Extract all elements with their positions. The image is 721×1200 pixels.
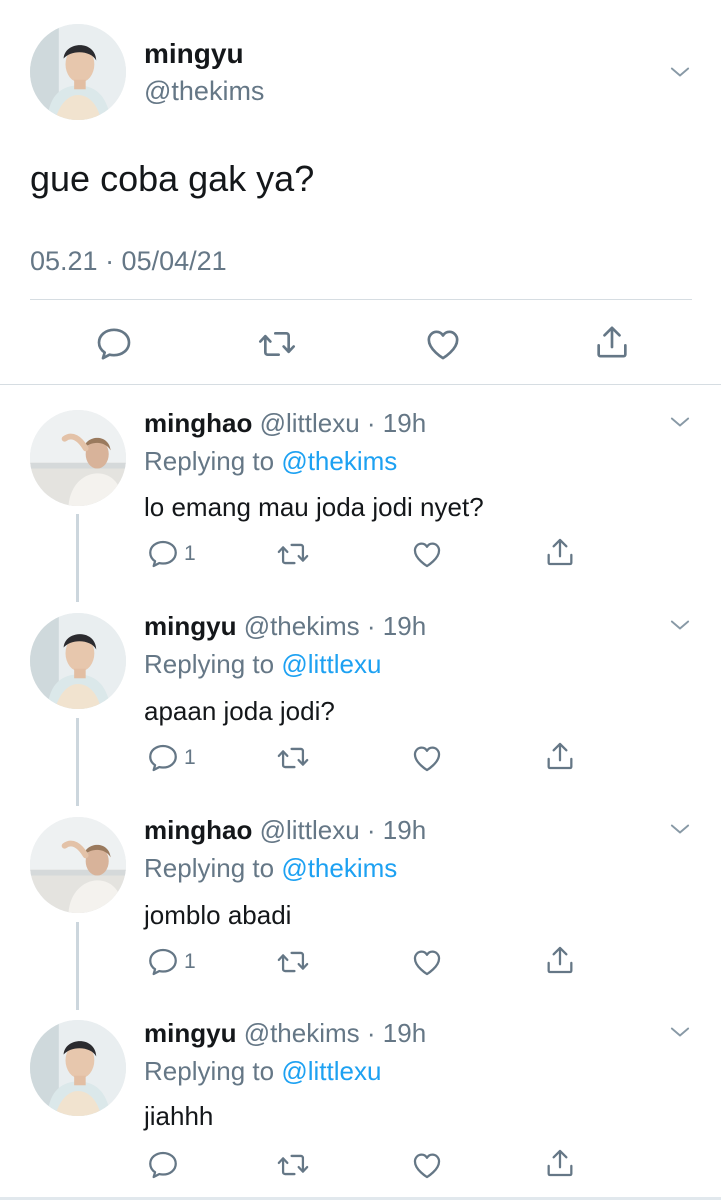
reply-time: · 19h — [366, 408, 427, 438]
chevron-down-icon[interactable] — [666, 1018, 694, 1046]
replying-prefix: Replying to — [144, 1056, 275, 1086]
reply-count: 1 — [184, 542, 196, 565]
main-avatar[interactable] — [30, 24, 126, 120]
reply-display-name[interactable]: mingyu — [144, 611, 236, 641]
share-icon[interactable] — [543, 739, 577, 773]
reply-avatar[interactable] — [30, 410, 126, 506]
divider — [0, 384, 721, 385]
replying-prefix: Replying to — [144, 446, 275, 476]
replying-prefix: Replying to — [144, 853, 275, 883]
reply-text: jiahhh — [144, 1101, 214, 1131]
mention-link[interactable]: @thekims — [281, 446, 397, 476]
replying-to: Replying to @thekims — [144, 446, 397, 477]
like-icon[interactable] — [410, 741, 444, 775]
reply-avatar[interactable] — [30, 817, 126, 913]
reply-handle[interactable]: @thekims — [244, 611, 360, 641]
reply-text: apaan joda jodi? — [144, 696, 335, 726]
replying-to: Replying to @thekims — [144, 853, 397, 884]
thread-connector — [76, 922, 79, 1010]
retweet-icon[interactable] — [276, 945, 310, 979]
divider — [30, 299, 692, 300]
reply-avatar[interactable] — [30, 1020, 126, 1116]
main-display-name[interactable]: mingyu — [144, 38, 244, 70]
reply-icon[interactable]: 1 — [146, 741, 196, 775]
reply-handle[interactable]: @thekims — [244, 1018, 360, 1048]
retweet-icon[interactable] — [276, 741, 310, 775]
chevron-down-icon[interactable] — [666, 611, 694, 639]
reply-avatar[interactable] — [30, 613, 126, 709]
chevron-down-icon[interactable] — [666, 815, 694, 843]
reply-icon[interactable]: 1 — [146, 945, 196, 979]
like-icon[interactable] — [410, 1148, 444, 1182]
like-icon[interactable] — [410, 537, 444, 571]
reply-count: 1 — [184, 950, 196, 973]
reply-time: · 19h — [366, 1018, 427, 1048]
reply-time: · 19h — [366, 611, 427, 641]
replying-prefix: Replying to — [144, 649, 275, 679]
retweet-icon[interactable] — [276, 1148, 310, 1182]
main-tweet-text: gue coba gak ya? — [30, 158, 315, 199]
main-handle[interactable]: @thekims — [144, 76, 264, 107]
reply-icon[interactable]: 1 — [146, 537, 196, 571]
reply-count: 1 — [184, 746, 196, 769]
reply-icon[interactable] — [146, 1148, 180, 1182]
replying-to: Replying to @littlexu — [144, 1056, 381, 1087]
reply-header[interactable]: mingyu @thekims · 19h — [144, 1018, 426, 1049]
reply-display-name[interactable]: mingyu — [144, 1018, 236, 1048]
reply-handle[interactable]: @littlexu — [260, 815, 360, 845]
thread-connector — [76, 514, 79, 602]
thread-connector — [76, 718, 79, 806]
share-icon[interactable] — [543, 943, 577, 977]
mention-link[interactable]: @littlexu — [281, 1056, 381, 1086]
reply-header[interactable]: mingyu @thekims · 19h — [144, 611, 426, 642]
reply-icon[interactable] — [94, 324, 134, 364]
mention-link[interactable]: @littlexu — [281, 649, 381, 679]
retweet-icon[interactable] — [257, 324, 297, 364]
reply-time: · 19h — [366, 815, 427, 845]
reply-display-name[interactable]: minghao — [144, 815, 252, 845]
reply-handle[interactable]: @littlexu — [260, 408, 360, 438]
share-icon[interactable] — [543, 1146, 577, 1180]
replying-to: Replying to @littlexu — [144, 649, 381, 680]
reply-text: lo emang mau joda jodi nyet? — [144, 492, 484, 522]
like-icon[interactable] — [423, 324, 463, 364]
mention-link[interactable]: @thekims — [281, 853, 397, 883]
like-icon[interactable] — [410, 945, 444, 979]
reply-text: jomblo abadi — [144, 900, 292, 930]
chevron-down-icon[interactable] — [666, 58, 694, 86]
chevron-down-icon[interactable] — [666, 408, 694, 436]
reply-header[interactable]: minghao @littlexu · 19h — [144, 815, 426, 846]
share-icon[interactable] — [543, 535, 577, 569]
main-timestamp[interactable]: 05.21 · 05/04/21 — [30, 246, 227, 277]
reply-header[interactable]: minghao @littlexu · 19h — [144, 408, 426, 439]
reply-display-name[interactable]: minghao — [144, 408, 252, 438]
retweet-icon[interactable] — [276, 537, 310, 571]
share-icon[interactable] — [592, 322, 632, 362]
